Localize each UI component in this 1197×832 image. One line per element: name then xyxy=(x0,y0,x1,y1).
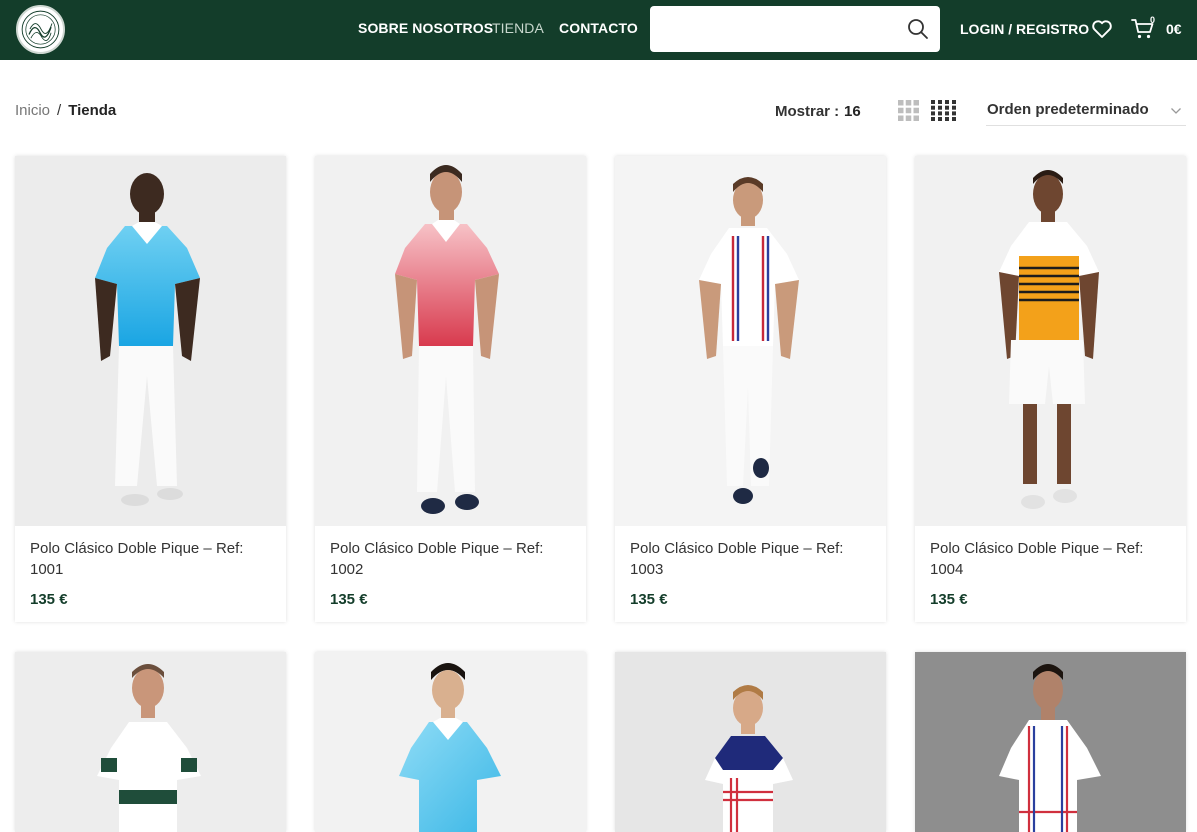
logo-emblem xyxy=(21,10,60,49)
product-image[interactable] xyxy=(15,652,286,832)
sort-selected-value: Orden predeterminado xyxy=(987,101,1149,118)
product-photo xyxy=(15,156,286,526)
cart-total[interactable]: 0€ xyxy=(1166,21,1182,37)
product-photo xyxy=(915,652,1186,832)
search-icon[interactable] xyxy=(907,18,929,40)
login-register-link[interactable]: LOGIN / REGISTRO xyxy=(960,21,1089,37)
product-photo xyxy=(915,156,1186,526)
search-input[interactable] xyxy=(650,6,900,52)
product-image[interactable] xyxy=(615,156,886,526)
nav-tienda[interactable]: TIENDA xyxy=(492,20,544,36)
breadcrumb-separator: / xyxy=(57,102,62,119)
product-card[interactable]: Polo Clásico Doble Pique – Ref: 1004 135… xyxy=(915,156,1186,622)
show-per-page-option[interactable]: 16 xyxy=(844,103,861,120)
product-image[interactable] xyxy=(15,156,286,526)
breadcrumb: Inicio / Tienda xyxy=(15,102,116,119)
sort-select[interactable]: Orden predeterminado xyxy=(986,99,1186,126)
cart-count-badge: 0 xyxy=(1150,15,1156,25)
product-card[interactable] xyxy=(615,652,886,832)
product-card[interactable] xyxy=(915,652,1186,832)
heart-icon[interactable] xyxy=(1091,18,1113,40)
grid-4-icon[interactable] xyxy=(931,100,956,121)
show-per-page-label: Mostrar : xyxy=(775,103,840,120)
logo[interactable] xyxy=(16,5,65,54)
product-photo xyxy=(315,156,586,526)
product-photo xyxy=(15,652,286,832)
product-title[interactable]: Polo Clásico Doble Pique – Ref: 1001 xyxy=(30,538,270,580)
product-image[interactable] xyxy=(915,156,1186,526)
product-title[interactable]: Polo Clásico Doble Pique – Ref: 1004 xyxy=(930,538,1170,580)
product-price: 135 € xyxy=(630,591,668,608)
nav-contacto[interactable]: CONTACTO xyxy=(559,20,638,36)
product-photo xyxy=(315,652,586,832)
site-header: SOBRE NOSOTROS TIENDA CONTACTO LOGIN / R… xyxy=(0,0,1197,60)
product-card[interactable]: Polo Clásico Doble Pique – Ref: 1002 135… xyxy=(315,156,586,622)
product-price: 135 € xyxy=(30,591,68,608)
product-card[interactable] xyxy=(15,652,286,832)
breadcrumb-current: Tienda xyxy=(68,102,117,119)
breadcrumb-home-link[interactable]: Inicio xyxy=(15,102,50,119)
product-card[interactable]: Polo Clásico Doble Pique – Ref: 1001 135… xyxy=(15,156,286,622)
product-card[interactable]: Polo Clásico Doble Pique – Ref: 1003 135… xyxy=(615,156,886,622)
product-image[interactable] xyxy=(315,652,586,832)
chevron-down-icon xyxy=(1171,108,1181,114)
product-price: 135 € xyxy=(930,591,968,608)
product-card[interactable] xyxy=(315,652,586,832)
product-title[interactable]: Polo Clásico Doble Pique – Ref: 1003 xyxy=(630,538,870,580)
product-image[interactable] xyxy=(315,156,586,526)
product-photo xyxy=(615,652,886,832)
product-photo xyxy=(615,156,886,526)
grid-3-icon[interactable] xyxy=(898,100,919,121)
product-image[interactable] xyxy=(615,652,886,832)
product-image[interactable] xyxy=(915,652,1186,832)
nav-sobre-nosotros[interactable]: SOBRE NOSOTROS xyxy=(358,20,493,36)
product-price: 135 € xyxy=(330,591,368,608)
search-box xyxy=(650,6,940,52)
product-title[interactable]: Polo Clásico Doble Pique – Ref: 1002 xyxy=(330,538,570,580)
